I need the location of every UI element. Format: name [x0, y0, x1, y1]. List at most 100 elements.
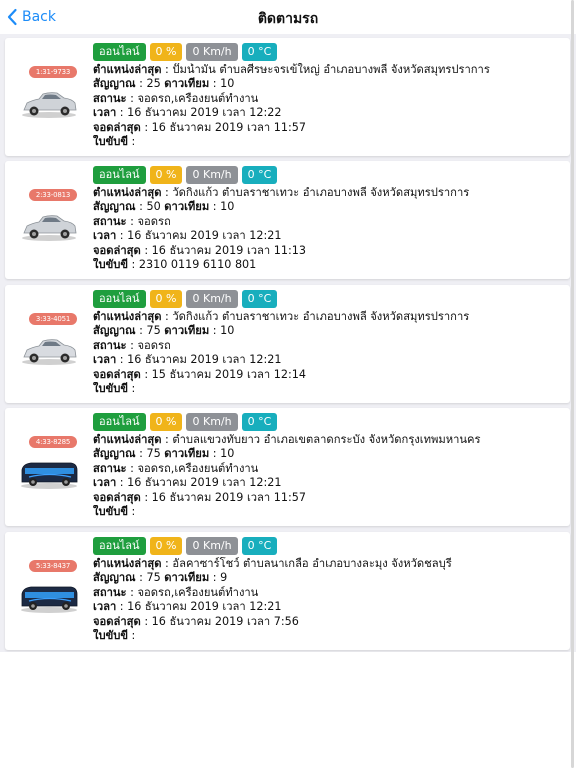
last-parked-row: จอดล่าสุด : 15 ธันวาคม 2019 เวลา 12:14	[93, 367, 306, 381]
online-status-badge: ออนไลน์	[93, 290, 146, 308]
license-plate-badge: 5:33-8437	[29, 560, 77, 572]
status-value: จอดรถ,เครื่องยนต์ทำงาน	[137, 91, 259, 105]
signal-row: สัญญาณ : 75 ดาวเทียม : 10	[93, 447, 235, 461]
time-row: เวลา : 16 ธันวาคม 2019 เวลา 12:21	[93, 476, 282, 490]
temperature-badge: 0 °C	[241, 290, 278, 308]
time-value: 16 ธันวาคม 2019 เวลา 12:21	[127, 229, 282, 243]
online-status-badge: ออนไลน์	[93, 43, 146, 61]
signal-value: 50	[146, 200, 161, 214]
location-row: ตำแหน่งล่าสุด : วัดกิ่งแก้ว ตำบลราชาเทวะ…	[93, 310, 470, 323]
vehicle-card[interactable]: 1:31-9733 ออนไลน์ 0 % 0 Km/h 0 °C ตำแหน่…	[5, 38, 570, 156]
sedan-car-icon	[19, 211, 79, 243]
time-value: 16 ธันวาคม 2019 เวลา 12:22	[127, 106, 282, 120]
online-status-badge: ออนไลน์	[93, 413, 146, 431]
vehicle-card[interactable]: 3:33-4051 ออนไลน์ 0 % 0 Km/h 0 °C ตำแหน่…	[5, 285, 570, 403]
temperature-badge: 0 °C	[241, 537, 278, 555]
temperature-badge: 0 °C	[241, 43, 278, 61]
vehicle-list[interactable]: 1:31-9733 ออนไลน์ 0 % 0 Km/h 0 °C ตำแหน่…	[0, 34, 576, 652]
navigation-bar: Back ติดตามรถ	[0, 0, 576, 35]
license-row: ใบขับขี่ : 2310 0119 6110 801	[93, 258, 257, 272]
status-row: สถานะ : จอดรถ,เครื่องยนต์ทำงาน	[93, 461, 259, 475]
signal-value: 75	[146, 447, 161, 461]
status-value: จอดรถ,เครื่องยนต์ทำงาน	[137, 585, 259, 599]
location-value: อัลคาซาร์โชว์ ตำบลนาเกลือ อำเภอบางละมุง …	[172, 557, 452, 570]
license-row: ใบขับขี่ :	[93, 382, 136, 396]
signal-row: สัญญาณ : 75 ดาวเทียม : 10	[93, 324, 235, 338]
battery-badge: 0 %	[149, 413, 183, 431]
scrollbar[interactable]	[571, 0, 574, 768]
vehicle-card[interactable]: 4:33-8285 ออนไลน์ 0 % 0 Km/h 0 °C ตำแหน่…	[5, 408, 570, 526]
sedan-car-icon	[19, 88, 79, 120]
location-row: ตำแหน่งล่าสุด : วัดกิ่งแก้ว ตำบลราชาเทวะ…	[93, 186, 470, 199]
time-value: 16 ธันวาคม 2019 เวลา 12:21	[127, 600, 282, 614]
last-parked-row: จอดล่าสุด : 16 ธันวาคม 2019 เวลา 7:56	[93, 614, 299, 628]
status-badges: ออนไลน์ 0 % 0 Km/h 0 °C	[93, 290, 281, 308]
satellite-value: 10	[220, 200, 235, 214]
battery-badge: 0 %	[149, 537, 183, 555]
speed-badge: 0 Km/h	[186, 43, 238, 61]
vehicle-card[interactable]: 2:33-0813 ออนไลน์ 0 % 0 Km/h 0 °C ตำแหน่…	[5, 161, 570, 279]
signal-value: 25	[146, 77, 161, 91]
location-row: ตำแหน่งล่าสุด : ปั๊มน้ำมัน ตำบลศีรษะจรเข…	[93, 63, 490, 76]
last-parked-value: 16 ธันวาคม 2019 เวลา 7:56	[151, 614, 299, 628]
last-parked-row: จอดล่าสุด : 16 ธันวาคม 2019 เวลา 11:57	[93, 120, 306, 134]
signal-row: สัญญาณ : 25 ดาวเทียม : 10	[93, 77, 235, 91]
status-badges: ออนไลน์ 0 % 0 Km/h 0 °C	[93, 166, 281, 184]
status-row: สถานะ : จอดรถ,เครื่องยนต์ทำงาน	[93, 585, 259, 599]
license-plate-badge: 2:33-0813	[29, 189, 77, 201]
status-badges: ออนไลน์ 0 % 0 Km/h 0 °C	[93, 413, 281, 431]
satellite-value: 9	[220, 571, 228, 585]
vehicle-info: ตำแหน่งล่าสุด : วัดกิ่งแก้ว ตำบลราชาเทวะ…	[93, 186, 563, 272]
location-value: ตำบลแขวงทับยาว อำเภอเขตลาดกระบัง จังหวัด…	[172, 433, 481, 446]
location-value: วัดกิ่งแก้ว ตำบลราชาเทวะ อำเภอบางพลี จัง…	[172, 310, 470, 323]
time-row: เวลา : 16 ธันวาคม 2019 เวลา 12:21	[93, 600, 282, 614]
status-value: จอดรถ	[137, 338, 171, 352]
last-parked-value: 16 ธันวาคม 2019 เวลา 11:57	[151, 490, 306, 504]
battery-badge: 0 %	[149, 166, 183, 184]
last-parked-value: 16 ธันวาคม 2019 เวลา 11:57	[151, 120, 306, 134]
time-value: 16 ธันวาคม 2019 เวลา 12:21	[127, 353, 282, 367]
location-row: ตำแหน่งล่าสุด : ตำบลแขวงทับยาว อำเภอเขตล…	[93, 433, 481, 446]
speed-badge: 0 Km/h	[186, 166, 238, 184]
temperature-badge: 0 °C	[241, 413, 278, 431]
last-parked-row: จอดล่าสุด : 16 ธันวาคม 2019 เวลา 11:13	[93, 243, 306, 257]
status-row: สถานะ : จอดรถ	[93, 214, 171, 228]
signal-value: 75	[146, 571, 161, 585]
last-parked-value: 16 ธันวาคม 2019 เวลา 11:13	[151, 243, 306, 257]
status-value: จอดรถ,เครื่องยนต์ทำงาน	[137, 461, 259, 475]
vehicle-card[interactable]: 5:33-8437 ออนไลน์ 0 % 0 Km/h 0 °C ตำแหน่…	[5, 532, 570, 650]
temperature-badge: 0 °C	[241, 166, 278, 184]
page-title: ติดตามรถ	[257, 11, 319, 27]
time-row: เวลา : 16 ธันวาคม 2019 เวลา 12:21	[93, 229, 282, 243]
satellite-value: 10	[220, 324, 235, 338]
vehicle-info: ตำแหน่งล่าสุด : อัลคาซาร์โชว์ ตำบลนาเกลื…	[93, 557, 563, 643]
signal-row: สัญญาณ : 75 ดาวเทียม : 9	[93, 571, 228, 585]
signal-value: 75	[146, 324, 161, 338]
empty-area	[0, 652, 576, 768]
bus-icon	[19, 458, 79, 490]
time-row: เวลา : 16 ธันวาคม 2019 เวลา 12:22	[93, 106, 282, 120]
status-row: สถานะ : จอดรถ,เครื่องยนต์ทำงาน	[93, 91, 259, 105]
license-value: 2310 0119 6110 801	[138, 258, 257, 272]
bus-icon	[19, 582, 79, 614]
license-plate-badge: 4:33-8285	[29, 436, 77, 448]
location-row: ตำแหน่งล่าสุด : อัลคาซาร์โชว์ ตำบลนาเกลื…	[93, 557, 452, 570]
last-parked-value: 15 ธันวาคม 2019 เวลา 12:14	[151, 367, 306, 381]
vehicle-info: ตำแหน่งล่าสุด : ปั๊มน้ำมัน ตำบลศีรษะจรเข…	[93, 63, 563, 149]
license-row: ใบขับขี่ :	[93, 629, 136, 643]
location-value: ปั๊มน้ำมัน ตำบลศีรษะจรเข้ใหญ่ อำเภอบางพล…	[172, 63, 490, 76]
online-status-badge: ออนไลน์	[93, 166, 146, 184]
status-value: จอดรถ	[137, 214, 171, 228]
license-row: ใบขับขี่ :	[93, 505, 136, 519]
time-value: 16 ธันวาคม 2019 เวลา 12:21	[127, 476, 282, 490]
vehicle-info: ตำแหน่งล่าสุด : วัดกิ่งแก้ว ตำบลราชาเทวะ…	[93, 310, 563, 396]
vehicle-info: ตำแหน่งล่าสุด : ตำบลแขวงทับยาว อำเภอเขตล…	[93, 433, 563, 519]
signal-row: สัญญาณ : 50 ดาวเทียม : 10	[93, 200, 235, 214]
online-status-badge: ออนไลน์	[93, 537, 146, 555]
speed-badge: 0 Km/h	[186, 537, 238, 555]
license-plate-badge: 1:31-9733	[29, 66, 77, 78]
license-plate-badge: 3:33-4051	[29, 313, 77, 325]
status-row: สถานะ : จอดรถ	[93, 338, 171, 352]
battery-badge: 0 %	[149, 290, 183, 308]
license-row: ใบขับขี่ :	[93, 135, 136, 149]
